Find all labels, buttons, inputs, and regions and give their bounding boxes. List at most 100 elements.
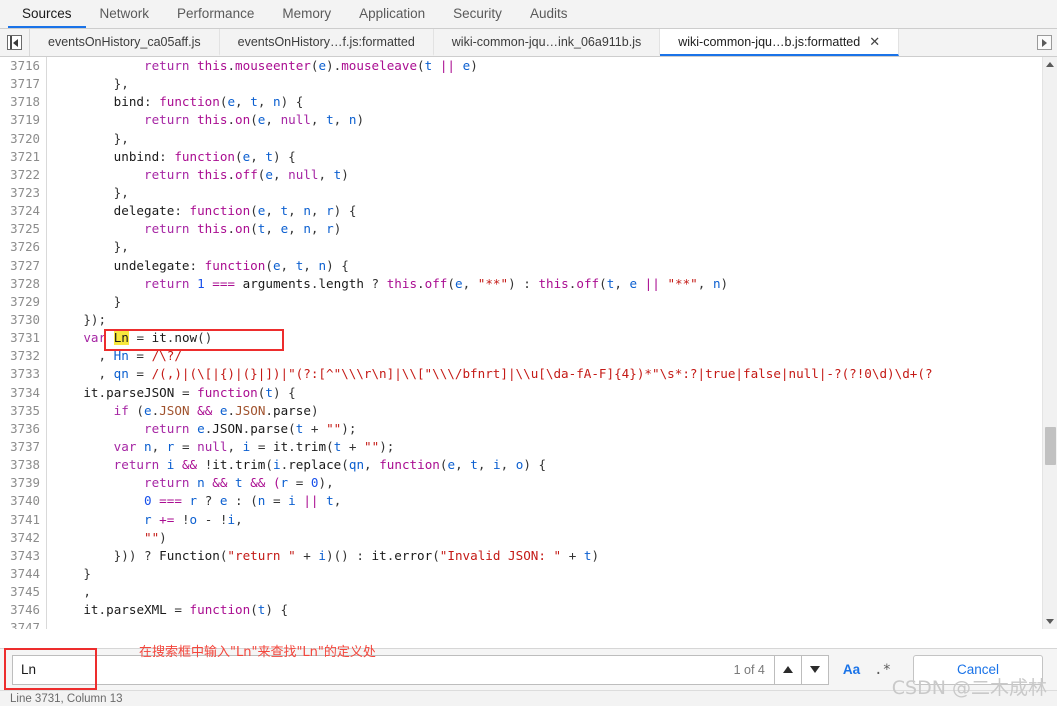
code-line[interactable]: 3723 }, bbox=[0, 184, 1042, 202]
code-text[interactable]: if (e.JSON && e.JSON.parse) bbox=[40, 402, 319, 420]
code-token: "return " bbox=[227, 547, 296, 563]
code-text[interactable]: }, bbox=[40, 238, 129, 256]
code-text[interactable]: bind: function(e, t, n) { bbox=[40, 93, 304, 111]
code-line[interactable]: 3730 }); bbox=[0, 311, 1042, 329]
code-text[interactable]: var n, r = null, i = it.trim(t + ""); bbox=[40, 438, 395, 456]
code-token: ? bbox=[197, 493, 220, 509]
code-content[interactable]: 3716 return this.mouseenter(e).mouseleav… bbox=[0, 57, 1042, 629]
regex-toggle[interactable]: .* bbox=[874, 662, 891, 678]
panel-tab-performance[interactable]: Performance bbox=[163, 0, 268, 28]
vertical-scrollbar[interactable] bbox=[1042, 57, 1057, 629]
code-line[interactable]: 3726 }, bbox=[0, 238, 1042, 256]
code-text[interactable]: })) ? Function("return " + i)() : it.err… bbox=[40, 547, 599, 565]
code-line[interactable]: 3745 , bbox=[0, 583, 1042, 601]
code-text[interactable]: return this.on(t, e, n, r) bbox=[40, 220, 341, 238]
panel-tab-network[interactable]: Network bbox=[86, 0, 164, 28]
panel-tab-audits[interactable]: Audits bbox=[516, 0, 582, 28]
code-text[interactable]: delegate: function(e, t, n, r) { bbox=[40, 202, 357, 220]
code-text[interactable]: return this.on(e, null, t, n) bbox=[40, 111, 364, 129]
code-line[interactable]: 3741 r += !o - !i, bbox=[0, 511, 1042, 529]
code-line[interactable]: 3742 "") bbox=[0, 529, 1042, 547]
code-token: , bbox=[265, 221, 281, 237]
code-text[interactable]: return i && !it.trim(i.replace(qn, funct… bbox=[40, 456, 546, 474]
scroll-up-icon[interactable] bbox=[1046, 62, 1054, 67]
code-line[interactable]: 3728 return 1 === arguments. length ? thi… bbox=[0, 275, 1042, 293]
code-text[interactable]: r += !o - !i, bbox=[40, 511, 243, 529]
show-navigator-button[interactable] bbox=[0, 29, 30, 56]
search-input[interactable] bbox=[12, 654, 775, 685]
code-text[interactable]: } bbox=[40, 293, 122, 311]
code-text[interactable]: } bbox=[40, 565, 91, 583]
code-text[interactable]: it.parseXML = function(t) { bbox=[40, 601, 288, 619]
code-line[interactable]: 3716 return this.mouseenter (e).mouseleav… bbox=[0, 57, 1042, 75]
code-line[interactable]: 3744 } bbox=[0, 565, 1042, 583]
panel-tab-security[interactable]: Security bbox=[439, 0, 516, 28]
code-line[interactable]: 3733 , qn = /(,)|(\[|{)|(}|])|"(?:[^"\\\… bbox=[0, 365, 1042, 383]
code-line[interactable]: 3725 return this.on(t, e, n, r) bbox=[0, 220, 1042, 238]
file-tab-2[interactable]: wiki-common-jqu…ink_06a911b.js bbox=[433, 29, 661, 56]
code-line[interactable]: 3722 return this.off(e, null, t) bbox=[0, 166, 1042, 184]
close-icon[interactable]: ✕ bbox=[869, 35, 880, 48]
code-text[interactable]: , bbox=[40, 583, 91, 601]
search-next-button[interactable] bbox=[801, 654, 829, 685]
code-text[interactable]: var Ln = it.now() bbox=[40, 329, 212, 347]
code-line[interactable]: 3731 var Ln = it.now() bbox=[0, 329, 1042, 347]
code-text[interactable]: }); bbox=[40, 311, 106, 329]
file-tab-3[interactable]: wiki-common-jqu…b.js:formatted ✕ bbox=[660, 29, 900, 56]
code-line[interactable]: 3736 return e.JSON.parse(t + ""); bbox=[0, 420, 1042, 438]
code-text[interactable]: 0 === r ? e : (n = i || t, bbox=[40, 492, 341, 510]
code-text[interactable]: }, bbox=[40, 184, 129, 202]
file-tab-1[interactable]: eventsOnHistory…f.js:formatted bbox=[219, 29, 434, 56]
code-token: ( bbox=[265, 457, 273, 473]
code-line[interactable]: 3721 unbind: function(e, t) { bbox=[0, 148, 1042, 166]
panel-tab-sources[interactable]: Sources bbox=[8, 0, 86, 28]
code-line[interactable]: 3740 0 === r ? e : (n = i || t, bbox=[0, 492, 1042, 510]
code-line[interactable]: 3720 }, bbox=[0, 130, 1042, 148]
scroll-down-icon[interactable] bbox=[1046, 619, 1054, 624]
code-line[interactable]: 3719 return this.on(e, null, t, n) bbox=[0, 111, 1042, 129]
code-line[interactable]: 3738 return i && !it.trim(i.replace(qn, … bbox=[0, 456, 1042, 474]
code-line[interactable]: 3732 , Hn = /\?/ bbox=[0, 347, 1042, 365]
code-line[interactable]: 3727 undelegate: function(e, t, n) { bbox=[0, 257, 1042, 275]
code-line[interactable]: 3746 it.parseXML = function(t) { bbox=[0, 601, 1042, 619]
code-text[interactable]: }, bbox=[40, 130, 129, 148]
code-line[interactable]: 3724 delegate: function(e, t, n, r) { bbox=[0, 202, 1042, 220]
code-line[interactable]: 3737 var n, r = null, i = it.trim(t + ""… bbox=[0, 438, 1042, 456]
search-prev-button[interactable] bbox=[774, 654, 802, 685]
panel-tab-application[interactable]: Application bbox=[345, 0, 439, 28]
code-text[interactable]: undelegate: function(e, t, n) { bbox=[40, 257, 349, 275]
code-token: function bbox=[197, 384, 258, 400]
code-token: off bbox=[235, 166, 258, 182]
code-editor[interactable]: 3716 return this.mouseenter(e).mouseleav… bbox=[0, 57, 1042, 629]
code-line[interactable]: 3735 if (e.JSON && e.JSON.parse) bbox=[0, 402, 1042, 420]
code-line[interactable]: 3743 })) ? Function ("return " + i)() : i… bbox=[0, 547, 1042, 565]
file-tab-0[interactable]: eventsOnHistory_ca05aff.js bbox=[30, 29, 220, 56]
panel-tab-memory[interactable]: Memory bbox=[268, 0, 345, 28]
code-text[interactable]: "") bbox=[40, 529, 167, 547]
code-token: parse bbox=[250, 420, 289, 436]
code-text[interactable]: return this.mouseenter(e).mouseleave(t |… bbox=[40, 57, 478, 75]
code-text[interactable]: return this.off(e, null, t) bbox=[40, 166, 349, 184]
code-text[interactable]: , Hn = /\?/ bbox=[40, 347, 181, 365]
tab-overflow-button[interactable] bbox=[1031, 29, 1057, 56]
match-case-toggle[interactable]: Aa bbox=[843, 662, 860, 677]
line-number: 3718 bbox=[10, 94, 40, 110]
code-text[interactable]: unbind: function(e, t) { bbox=[40, 148, 296, 166]
code-text[interactable]: it.parseJSON = function(t) { bbox=[40, 384, 295, 402]
code-line[interactable]: 3734 it.parseJSON = function(t) { bbox=[0, 384, 1042, 402]
code-line[interactable]: 3729 } bbox=[0, 293, 1042, 311]
code-text[interactable]: return n && t && (r = 0), bbox=[40, 474, 334, 492]
code-text[interactable]: , qn = /(,)|(\[|{)|(}|])|"(?:[^"\\\r\n]|… bbox=[40, 365, 932, 383]
code-line[interactable]: 3739 return n && t && (r = 0), bbox=[0, 474, 1042, 492]
vertical-scrollbar-thumb[interactable] bbox=[1045, 427, 1056, 465]
code-line[interactable]: 3747 bbox=[0, 619, 1042, 629]
code-line[interactable]: 3718 bind: function(e, t, n) { bbox=[0, 93, 1042, 111]
code-text[interactable]: return 1 === arguments.length ? this.off… bbox=[40, 275, 728, 293]
code-text[interactable]: }, bbox=[40, 75, 129, 93]
code-line[interactable]: 3717 }, bbox=[0, 75, 1042, 93]
code-text[interactable]: return e.JSON.parse(t + ""); bbox=[40, 420, 356, 438]
